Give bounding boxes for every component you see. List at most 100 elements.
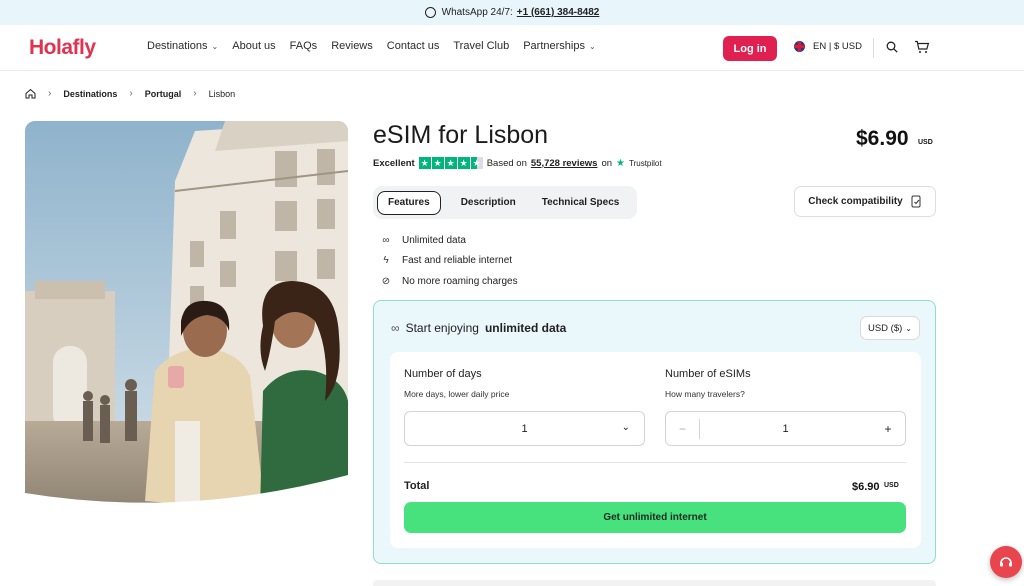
star-icon: ★	[418, 157, 431, 169]
breadcrumb-destinations[interactable]: Destinations	[63, 89, 117, 99]
trustpilot-label: Trustpilot	[628, 158, 662, 168]
star-icon: ★	[431, 157, 444, 169]
star-half-icon: ★	[470, 157, 483, 169]
days-label: Number of days	[404, 368, 482, 380]
days-value: 1	[521, 422, 528, 435]
feature-label: Fast and reliable internet	[402, 255, 513, 267]
rating-on: on	[601, 157, 613, 169]
infinity-icon: ∞	[382, 234, 390, 246]
purchase-form: Number of days More days, lower daily pr…	[390, 352, 921, 548]
next-section-edge	[373, 580, 936, 586]
product-price: $6.90	[856, 127, 909, 150]
chevron-right-icon: ›	[48, 88, 52, 99]
nav-partnerships[interactable]: Partnerships ⌄	[523, 40, 595, 52]
check-compatibility-button[interactable]: Check compatibility	[794, 186, 936, 217]
total-currency: USD	[884, 482, 899, 489]
nav-destinations[interactable]: Destinations ⌄	[147, 40, 218, 52]
esims-sublabel: How many travelers?	[665, 389, 745, 399]
get-unlimited-internet-button[interactable]: Get unlimited internet	[404, 502, 906, 533]
star-icon: ★	[444, 157, 457, 169]
nav-label: Travel Club	[453, 40, 510, 52]
increment-button[interactable]: +	[871, 412, 905, 445]
currency-value: USD ($)	[867, 322, 903, 334]
no-roaming-icon: ⊘	[381, 275, 391, 287]
star-icon: ★	[457, 157, 470, 169]
total-label: Total	[404, 480, 430, 492]
site-header: Holafly Destinations ⌄ About us FAQs Rev…	[0, 25, 1024, 71]
rating-label: Excellent	[373, 157, 415, 169]
total-value: $6.90	[852, 481, 880, 493]
infinity-icon: ∞	[391, 321, 400, 335]
chevron-down-icon: ⌄	[905, 323, 912, 333]
esims-label: Number of eSIMs	[665, 368, 751, 380]
feature-label: Unlimited data	[402, 234, 466, 246]
nav-label: Partnerships	[523, 40, 585, 52]
purchase-heading: ∞ Start enjoying unlimited data	[391, 321, 566, 335]
language-selector[interactable]: EN | $ USD	[794, 41, 862, 52]
search-icon[interactable]	[886, 41, 898, 53]
holafly-logo[interactable]: Holafly	[29, 36, 96, 60]
days-sublabel: More days, lower daily price	[404, 389, 510, 399]
price-currency: USD	[918, 139, 933, 146]
chevron-down-icon: ⌄	[211, 41, 219, 51]
language-label: EN | $ USD	[813, 41, 862, 52]
main-nav: Destinations ⌄ About us FAQs Reviews Con…	[147, 40, 610, 52]
product-title: eSIM for Lisbon	[373, 121, 549, 149]
whatsapp-icon	[424, 7, 436, 18]
breadcrumb-current: Lisbon	[208, 88, 236, 99]
heading-prefix: Start enjoying	[405, 321, 479, 335]
nav-reviews[interactable]: Reviews	[331, 40, 373, 52]
nav-faqs[interactable]: FAQs	[290, 40, 318, 52]
decrement-button[interactable]: −	[666, 412, 699, 445]
support-chat-button[interactable]	[990, 546, 1022, 578]
heading-bold: unlimited data	[484, 321, 567, 335]
divider	[404, 462, 906, 463]
hero-image	[25, 121, 348, 511]
list-item: ϟ Fast and reliable internet	[380, 251, 518, 272]
tab-features[interactable]: Features	[377, 190, 441, 215]
nav-label: Destinations	[147, 40, 208, 52]
esims-quantity-stepper: − 1 +	[665, 411, 906, 446]
nav-label: About us	[232, 40, 276, 52]
whatsapp-label: WhatsApp 24/7:	[441, 7, 513, 18]
list-item: ∞ Unlimited data	[380, 230, 518, 251]
list-item: ⊘ No more roaming charges	[380, 271, 518, 292]
trustpilot-star-icon: ★	[616, 157, 625, 169]
reviews-link[interactable]: 55,728 reviews	[531, 158, 598, 169]
nav-label: FAQs	[289, 40, 318, 52]
chevron-right-icon: ›	[193, 88, 197, 99]
announcement-bar: WhatsApp 24/7: +1 (661) 384-8482	[0, 0, 1024, 25]
esims-quantity-value[interactable]: 1	[700, 412, 871, 445]
nav-travel-club[interactable]: Travel Club	[453, 40, 509, 52]
tab-technical-specs[interactable]: Technical Specs	[532, 191, 630, 215]
product-tabs: Features Description Technical Specs	[373, 186, 637, 219]
chat-icon	[1000, 557, 1012, 567]
nav-about-us[interactable]: About us	[232, 40, 275, 52]
feature-list: ∞ Unlimited data ϟ Fast and reliable int…	[380, 230, 518, 292]
chevron-right-icon: ›	[129, 88, 133, 99]
nav-label: Contact us	[386, 40, 440, 52]
trustpilot-rating[interactable]: Excellent ★ ★ ★ ★ ★ Based on 55,728 revi…	[373, 157, 662, 169]
tab-description[interactable]: Description	[451, 191, 526, 215]
cart-icon[interactable]	[914, 40, 930, 54]
rating-stars: ★ ★ ★ ★ ★	[418, 157, 483, 169]
phone-check-icon	[911, 195, 921, 208]
lightning-icon: ϟ	[383, 255, 389, 267]
whatsapp-phone-link[interactable]: +1 (661) 384-8482	[517, 7, 600, 18]
header-divider	[873, 38, 874, 58]
home-icon[interactable]	[25, 88, 36, 99]
currency-select[interactable]: USD ($) ⌄	[860, 316, 920, 340]
purchase-card: ∞ Start enjoying unlimited data USD ($) …	[373, 300, 936, 564]
breadcrumb: › Destinations › Portugal › Lisbon	[25, 88, 235, 99]
uk-flag-icon	[794, 41, 805, 52]
nav-contact-us[interactable]: Contact us	[387, 40, 440, 52]
check-compatibility-label: Check compatibility	[808, 196, 903, 207]
rating-based-on: Based on	[486, 157, 527, 169]
days-select[interactable]: 1 ⌄	[404, 411, 645, 446]
breadcrumb-portugal[interactable]: Portugal	[145, 89, 182, 99]
login-button[interactable]: Log in	[723, 36, 777, 61]
feature-label: No more roaming charges	[402, 275, 518, 287]
nav-label: Reviews	[331, 40, 373, 52]
chevron-down-icon: ⌄	[588, 41, 596, 51]
chevron-down-icon: ⌄	[621, 422, 630, 433]
